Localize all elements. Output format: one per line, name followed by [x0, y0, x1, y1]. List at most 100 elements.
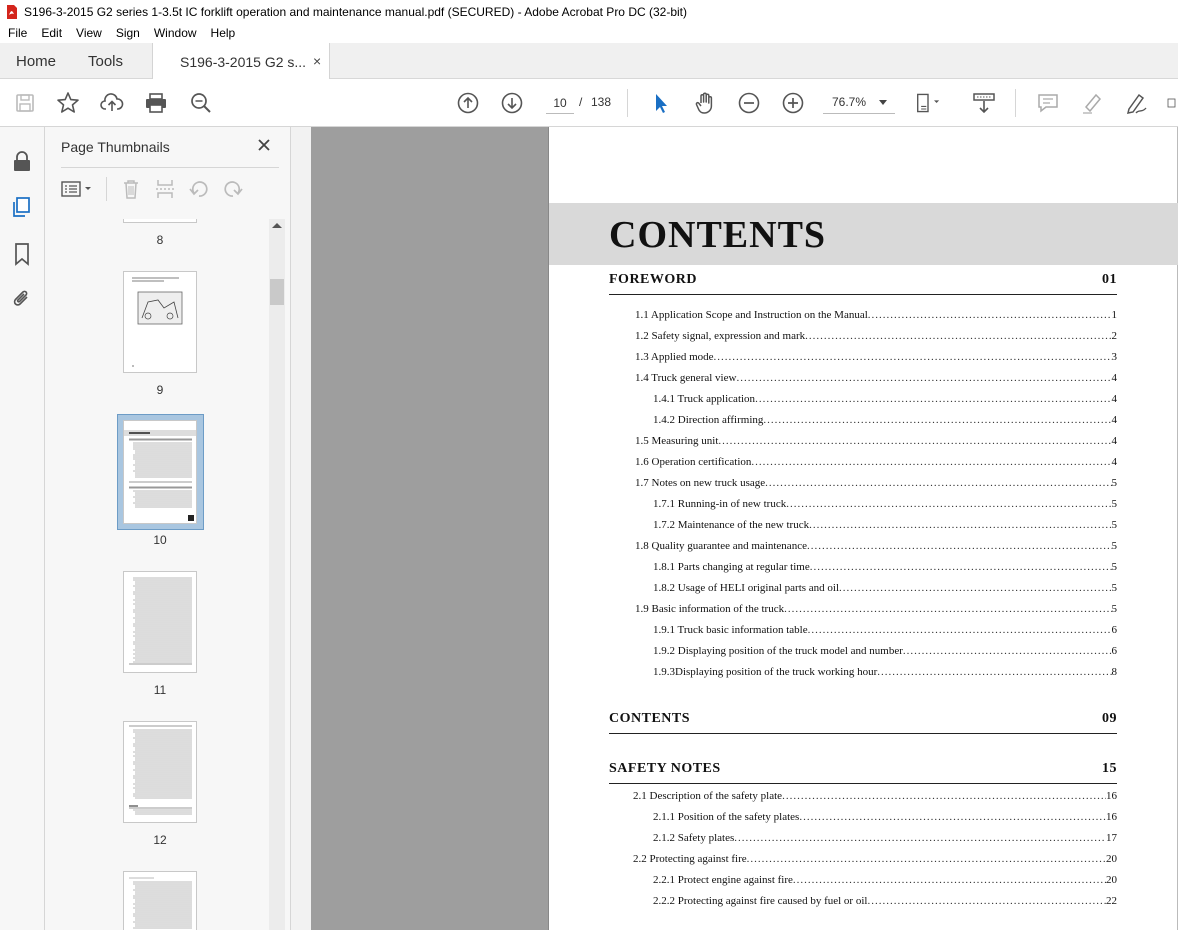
thumbnail-page-10[interactable]: [123, 420, 197, 524]
toc-leader-dots: [747, 853, 1106, 865]
toc-entry[interactable]: 1.4.2 Direction affirming 4: [653, 414, 1117, 428]
menu-edit[interactable]: Edit: [34, 26, 69, 40]
bookmark-icon[interactable]: [10, 242, 34, 266]
bookmark-star-icon[interactable]: [56, 91, 80, 115]
thumbnail-label: 12: [153, 833, 167, 847]
toc-entry[interactable]: 1.9.1 Truck basic information table 6: [653, 624, 1117, 638]
toc-entry[interactable]: 1.1 Application Scope and Instruction on…: [635, 309, 1117, 323]
toc-entry[interactable]: 2.2.2 Protecting against fire caused by …: [653, 895, 1117, 909]
toc-entry[interactable]: 2.2 Protecting against fire 20: [633, 853, 1117, 867]
close-icon[interactable]: [255, 135, 273, 155]
menu-view[interactable]: View: [69, 26, 109, 40]
hand-tool-icon[interactable]: [693, 91, 717, 115]
save-icon[interactable]: [13, 91, 37, 115]
toc-entry-page: 4: [1111, 435, 1118, 447]
toc-section-title: SAFETY NOTES: [609, 761, 721, 776]
toc-entry[interactable]: 1.4 Truck general view 4: [635, 372, 1117, 386]
toc-entry-text: 1.9 Basic information of the truck: [635, 603, 785, 615]
menu-help[interactable]: Help: [204, 26, 243, 40]
tab-home[interactable]: Home: [16, 53, 56, 70]
thumbnail-page-13[interactable]: [123, 871, 197, 930]
toc-section-heading[interactable]: CONTENTS 09: [609, 711, 1117, 727]
options-menu-icon[interactable]: [60, 177, 94, 201]
tab-close-button[interactable]: ×: [313, 53, 321, 69]
toc-leader-dots: [809, 519, 1111, 531]
next-page-icon[interactable]: [500, 91, 524, 115]
toc-entry-page: 6: [1111, 645, 1118, 657]
rotate-right-icon[interactable]: [221, 177, 245, 201]
tab-document[interactable]: S196-3-2015 G2 s... ×: [152, 43, 330, 80]
toc-entry[interactable]: 1.8.2 Usage of HELI original parts and o…: [653, 582, 1117, 596]
toc-entry[interactable]: 2.2.1 Protect engine against fire 20: [653, 874, 1117, 888]
toc-entry[interactable]: 1.9.2 Displaying position of the truck m…: [653, 645, 1117, 659]
zoom-out-icon[interactable]: [737, 91, 761, 115]
toc-section-rule: [609, 733, 1117, 734]
more-tools-icon[interactable]: [1166, 91, 1178, 115]
toc-entry[interactable]: 1.2 Safety signal, expression and mark 2: [635, 330, 1117, 344]
rotate-left-icon[interactable]: [187, 177, 211, 201]
zoom-in-icon[interactable]: [781, 91, 805, 115]
toc-entry[interactable]: 1.7.2 Maintenance of the new truck 5: [653, 519, 1117, 533]
scrollbar-thumb[interactable]: [270, 279, 284, 305]
toc-entry-text: 1.6 Operation certification: [635, 456, 752, 468]
document-viewport[interactable]: CONTENTS FOREWORD 01 1.1 Application Scope…: [291, 127, 1178, 930]
toc-entry[interactable]: 1.3 Applied mode 3: [635, 351, 1117, 365]
zoom-select[interactable]: 76.7%: [823, 92, 895, 114]
thumbnail-label: 8: [156, 233, 164, 247]
toc-entry[interactable]: 1.8.1 Parts changing at regular time 5: [653, 561, 1117, 575]
thumbnail-scrollbar[interactable]: [269, 219, 285, 930]
toc-leader-dots: [867, 895, 1106, 907]
toc-section-heading[interactable]: FOREWORD 01: [609, 272, 1117, 288]
toc-entry[interactable]: 2.1 Description of the safety plate 16: [633, 790, 1117, 804]
toc-entry[interactable]: 1.8 Quality guarantee and maintenance 5: [635, 540, 1117, 554]
toc-leader-dots: [868, 309, 1112, 321]
toc-entry-text: 1.7.2 Maintenance of the new truck: [653, 519, 810, 531]
scroll-mode-icon[interactable]: [972, 91, 996, 115]
toc-entry[interactable]: 2.1.2 Safety plates 17: [653, 832, 1117, 846]
toc-entry[interactable]: 1.6 Operation certification 4: [635, 456, 1117, 470]
upload-icon[interactable]: [100, 91, 124, 115]
select-cursor-icon[interactable]: [649, 91, 673, 115]
toc-entry-text: 1.8 Quality guarantee and maintenance: [635, 540, 807, 552]
trash-icon[interactable]: [119, 177, 143, 201]
menu-file[interactable]: File: [0, 26, 34, 40]
zoom-search-icon[interactable]: [189, 91, 213, 115]
toc-entry[interactable]: 2.1.1 Position of the safety plates 16: [653, 811, 1117, 825]
lock-icon[interactable]: [10, 149, 34, 173]
thumbnail-label: 10: [153, 533, 167, 547]
comment-icon[interactable]: [1036, 91, 1060, 115]
insert-page-icon[interactable]: [153, 177, 177, 201]
previous-page-icon[interactable]: [456, 91, 480, 115]
thumbnail-label: 9: [156, 383, 164, 397]
toc-entry-page: 16: [1106, 811, 1117, 823]
toc-section-rule: [609, 783, 1117, 784]
window-title: S196-3-2015 G2 series 1-3.5t IC forklift…: [24, 4, 687, 19]
chevron-down-icon: [879, 100, 887, 105]
toc-entry[interactable]: 1.4.1 Truck application 4: [653, 393, 1117, 407]
toc-entry[interactable]: 1.9 Basic information of the truck 5: [635, 603, 1117, 617]
toc-entry[interactable]: 1.7 Notes on new truck usage 5: [635, 477, 1117, 491]
toc-entry[interactable]: 1.7.1 Running-in of new truck 5: [653, 498, 1117, 512]
toc-entry-text: 2.1 Description of the safety plate: [633, 790, 783, 802]
tab-tools[interactable]: Tools: [88, 53, 123, 70]
toc-section-heading[interactable]: SAFETY NOTES 15: [609, 761, 1117, 777]
toc-leader-dots: [793, 874, 1106, 886]
toc-leader-dots: [784, 603, 1111, 615]
toc-entry[interactable]: 1.5 Measuring unit 4: [635, 435, 1117, 449]
page-thumbnails-icon[interactable]: [10, 195, 34, 219]
page-fit-icon[interactable]: [916, 91, 940, 115]
menu-sign[interactable]: Sign: [109, 26, 147, 40]
sign-icon[interactable]: [1124, 91, 1148, 115]
thumbnail-page-8[interactable]: [123, 219, 197, 223]
toc-entry-text: 2.2.1 Protect engine against fire: [653, 874, 793, 886]
menu-window[interactable]: Window: [147, 26, 204, 40]
print-icon[interactable]: [144, 91, 168, 115]
page-number-input[interactable]: [546, 92, 574, 114]
toc-entry[interactable]: 1.9.3Displaying position of the truck wo…: [653, 666, 1117, 680]
attachment-icon[interactable]: [10, 287, 34, 311]
thumbnail-page-9[interactable]: [123, 271, 197, 373]
thumbnail-page-11[interactable]: [123, 571, 197, 673]
highlight-icon[interactable]: [1080, 91, 1104, 115]
scroll-up-icon[interactable]: [272, 223, 282, 228]
thumbnail-page-12[interactable]: [123, 721, 197, 823]
